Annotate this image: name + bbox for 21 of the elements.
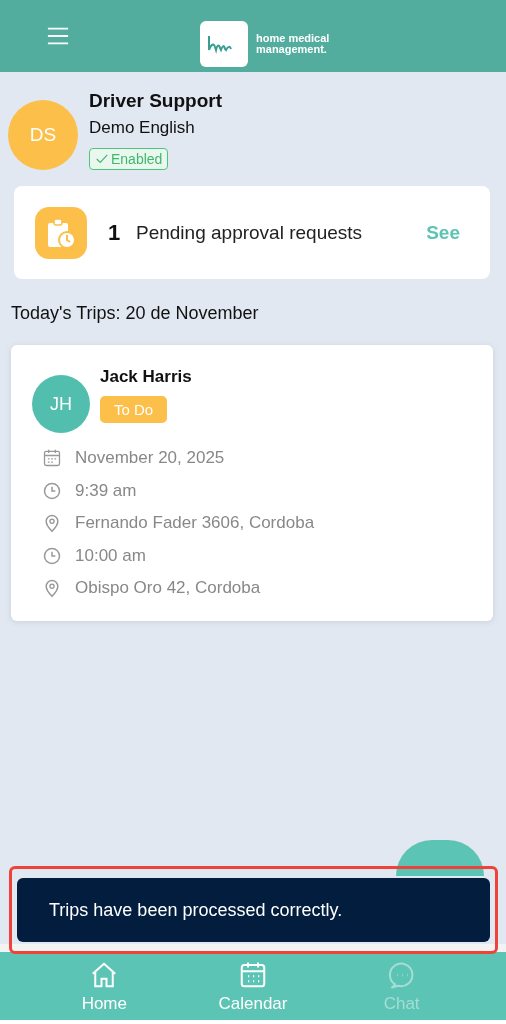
pending-label: Pending approval requests xyxy=(136,221,364,244)
avatar: DS xyxy=(8,100,78,170)
trip-detail: 9:39 am xyxy=(75,480,137,501)
logo-text: home medical management. xyxy=(256,33,331,55)
status-badge: To Do xyxy=(100,396,168,423)
passenger-name: Jack Harris xyxy=(100,367,192,387)
trip-detail: Fernando Fader 3606, Cordoba xyxy=(75,513,315,534)
trip-detail: November 20, 2025 xyxy=(75,448,225,469)
trip-detail: Obispo Oro 42, Cordoba xyxy=(75,578,261,599)
toast-message: Trips have been processed correctly. xyxy=(17,878,490,942)
section-title: Today's Trips: 20 de November xyxy=(11,303,260,324)
avatar: JH xyxy=(32,375,90,433)
user-name: Driver Support xyxy=(89,90,223,112)
nav-tab[interactable]: Calendar xyxy=(198,952,308,1020)
user-subtitle: Demo English xyxy=(89,118,196,138)
nav-tab[interactable]: Home xyxy=(49,952,160,1020)
see-link[interactable]: See xyxy=(426,221,460,244)
pending-count: 1 xyxy=(108,219,122,246)
status-chip: Enabled xyxy=(89,148,169,170)
trip-detail: 10:00 am xyxy=(75,545,146,566)
trip-card[interactable]: JH Jack Harris To Do November 20, 2025 9:39 am Fernando Fader 3606, Cordoba 10:00 am Obispo Oro 42, Cordoba xyxy=(11,345,493,621)
